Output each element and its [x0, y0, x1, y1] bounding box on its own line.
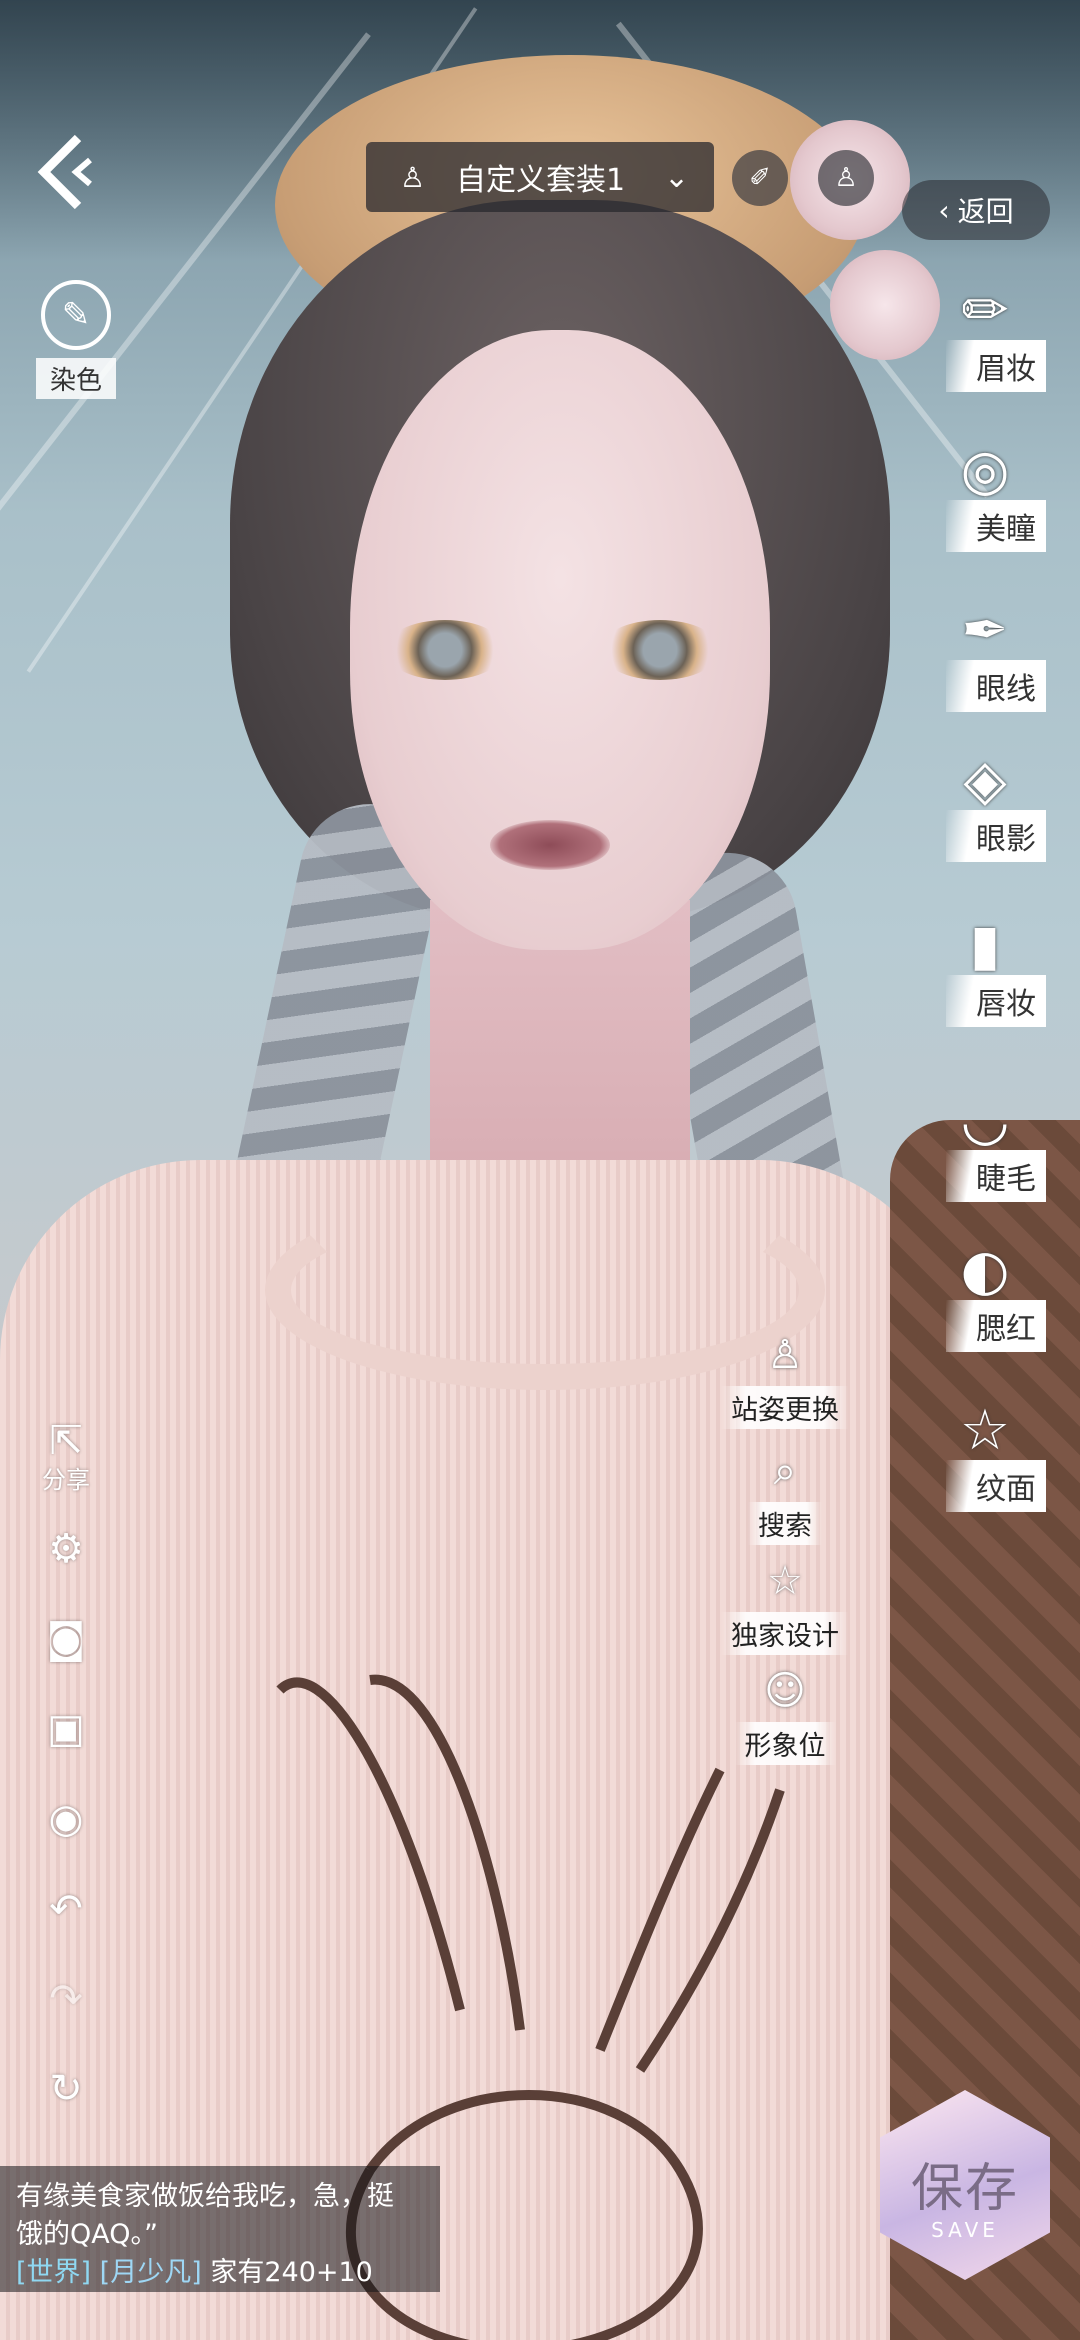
menu-label: 睫毛	[946, 1150, 1046, 1202]
eyelash-icon: ◡	[960, 1087, 1010, 1153]
dress-outline-icon: ♙	[834, 163, 858, 193]
hide-ui-button[interactable]: ◉	[36, 1796, 96, 1842]
share-label: 分享	[42, 1466, 90, 1494]
dye-brush-icon: ✎	[41, 280, 111, 350]
menu-label: 眉妆	[946, 340, 1046, 392]
menu-label: 纹面	[946, 1460, 1046, 1512]
pose-label: 站姿更换	[721, 1386, 849, 1429]
person-stand-icon: ♙	[767, 1332, 803, 1378]
outfit-selector[interactable]: ♙ 自定义套装1 ⌄	[366, 142, 714, 212]
lipstick-icon: ▮	[969, 912, 1001, 978]
image-icon: ▣	[47, 1706, 85, 1752]
chat-line-3: [世界] [月少凡] 家有240+10	[16, 2254, 424, 2292]
blush-compact-icon: ◐	[960, 1237, 1010, 1303]
redo-icon: ↷	[49, 1976, 83, 2022]
menu-label: 眼影	[946, 810, 1046, 862]
menu-label: 腮红	[946, 1300, 1046, 1352]
eyeshadow-palette-icon: ◈	[963, 747, 1007, 813]
menu-item-blush[interactable]: ◐ 腮红	[920, 1230, 1050, 1360]
menu-label: 眼线	[946, 660, 1046, 712]
dye-label: 染色	[35, 358, 116, 399]
brush-icon: ✐	[749, 163, 771, 193]
return-label: 返回	[957, 195, 1014, 228]
chat-message: 家有240+10	[210, 2257, 373, 2288]
menu-item-lip[interactable]: ▮ 唇妆	[920, 905, 1050, 1035]
menu-item-tattoo[interactable]: ☆ 纹面	[920, 1390, 1050, 1520]
save-sub-label: SAVE	[931, 2218, 999, 2242]
chevron-down-icon: ⌄	[664, 159, 690, 195]
menu-label: 美瞳	[946, 500, 1046, 552]
image-slot-button[interactable]: ☺ 形象位	[705, 1666, 865, 1765]
image-slot-label: 形象位	[734, 1722, 836, 1765]
chat-box[interactable]: 有缘美食家做饭给我吃，急，挺 饿的QAQ。” [世界] [月少凡] 家有240+…	[0, 2166, 440, 2292]
camera-button[interactable]: ◙	[36, 1616, 96, 1662]
outfit-name: 自定义套装1	[456, 163, 626, 198]
search-label: 搜索	[748, 1502, 822, 1545]
chat-line-2: 饿的QAQ。”	[16, 2219, 158, 2250]
search-icon: ⌕	[773, 1448, 797, 1494]
exclusive-design-button[interactable]: ☆ 独家设计	[705, 1556, 865, 1655]
portrait-icon: ☺	[764, 1668, 806, 1714]
dress-button[interactable]: ♙	[818, 150, 874, 206]
chat-channel: [世界]	[16, 2257, 92, 2288]
chevron-left-icon: ‹	[938, 193, 950, 227]
reset-button[interactable]: ↻	[36, 2066, 96, 2112]
dye-button[interactable]: ✎ 染色	[28, 280, 124, 399]
menu-item-lash[interactable]: ◡ 睫毛	[920, 1080, 1050, 1210]
menu-item-lens[interactable]: ◎ 美瞳	[920, 430, 1050, 560]
undo-icon: ↶	[49, 1886, 83, 1932]
chat-user: [月少凡]	[99, 2257, 202, 2288]
menu-item-eyeshadow[interactable]: ◈ 眼影	[920, 740, 1050, 870]
camera-icon: ◙	[46, 1616, 86, 1662]
back-button[interactable]	[30, 130, 110, 210]
dress-icon: ♙	[400, 160, 426, 194]
back-chevron-icon	[37, 134, 92, 210]
return-button[interactable]: ‹ 返回	[902, 180, 1050, 240]
menu-label: 唇妆	[946, 975, 1046, 1027]
star-outline-icon: ☆	[767, 1558, 803, 1604]
gear-icon: ⚙	[48, 1526, 84, 1572]
save-label: 保存	[910, 2159, 1019, 2219]
menu-item-eyeliner[interactable]: ✒ 眼线	[920, 590, 1050, 720]
eye-icon: ◉	[48, 1796, 84, 1842]
undo-button[interactable]: ↶	[36, 1886, 96, 1932]
makeup-brush-button[interactable]: ✐	[732, 150, 788, 206]
exclusive-label: 独家设计	[721, 1612, 849, 1655]
share-icon: ⇱	[49, 1418, 83, 1464]
contact-lens-icon: ◎	[960, 437, 1010, 503]
settings-button[interactable]: ⚙	[36, 1526, 96, 1572]
stars-icon: ☆	[959, 1397, 1011, 1463]
eyeliner-icon: ✒	[961, 597, 1009, 663]
menu-item-brow[interactable]: ✏ 眉妆	[920, 270, 1050, 400]
brow-pencil-icon: ✏	[961, 277, 1009, 343]
chat-line-1: 有缘美食家做饭给我吃，急，挺	[16, 2181, 394, 2212]
gallery-button[interactable]: ▣	[36, 1706, 96, 1752]
share-button[interactable]: ⇱ 分享	[36, 1418, 96, 1495]
reset-icon: ↻	[49, 2066, 83, 2112]
search-button[interactable]: ⌕ 搜索	[705, 1446, 865, 1545]
save-button[interactable]: 保存 SAVE	[880, 2090, 1050, 2280]
pose-change-button[interactable]: ♙ 站姿更换	[705, 1330, 865, 1429]
redo-button[interactable]: ↷	[36, 1976, 96, 2022]
character-scene	[0, 0, 1080, 2340]
